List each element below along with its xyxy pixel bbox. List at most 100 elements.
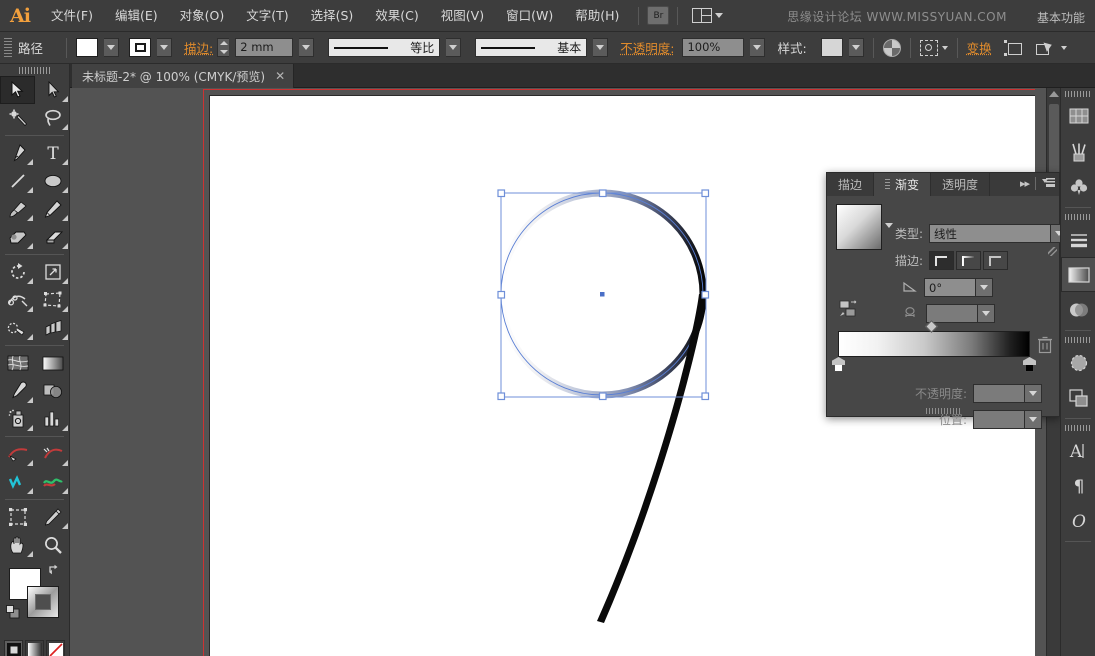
dock-opentype-button[interactable]: O	[1061, 503, 1095, 538]
arrange-documents-button[interactable]	[686, 8, 729, 23]
tool-blend[interactable]	[35, 377, 70, 405]
tool-hand[interactable]	[0, 531, 35, 559]
gradient-stop-start[interactable]	[832, 357, 845, 372]
gradient-ramp[interactable]	[838, 331, 1030, 357]
menu-item-select[interactable]: 选择(S)	[300, 0, 365, 32]
menu-item-type[interactable]: 文字(T)	[235, 0, 299, 32]
opacity-label[interactable]: 不透明度:	[620, 38, 674, 57]
gradient-angle-dropdown[interactable]	[976, 278, 993, 297]
tool-scale[interactable]	[35, 258, 70, 286]
fill-swatch[interactable]	[76, 38, 98, 57]
color-mode-button[interactable]	[4, 640, 23, 656]
tool-symbol-shifter[interactable]	[0, 440, 35, 468]
fill-control[interactable]	[76, 38, 119, 57]
tool-zoom[interactable]	[35, 531, 70, 559]
gradient-location-dropdown[interactable]	[1025, 410, 1042, 429]
gradient-aspect-field[interactable]	[926, 304, 978, 323]
dock-gradient-button[interactable]	[1061, 257, 1095, 292]
menu-item-help[interactable]: 帮助(H)	[564, 0, 630, 32]
tool-eraser[interactable]	[35, 223, 70, 251]
gradient-mode-button[interactable]	[25, 640, 44, 656]
bridge-icon[interactable]: Br	[647, 6, 669, 25]
isolate-selection-icon[interactable]	[920, 40, 938, 56]
dock-stroke-button[interactable]	[1061, 222, 1095, 257]
document-tab[interactable]: 未标题-2* @ 100% (CMYK/预览) ✕	[72, 64, 294, 88]
stroke-within-button[interactable]	[929, 251, 954, 270]
scroll-up-icon[interactable]	[1049, 91, 1059, 97]
brush-definition-dropdown[interactable]	[593, 38, 608, 57]
close-icon[interactable]: ✕	[275, 69, 285, 83]
tool-perspective-grid[interactable]	[35, 314, 70, 342]
dock-grip-4[interactable]	[1061, 422, 1095, 433]
panel-menu-icon[interactable]	[1042, 178, 1055, 189]
tab-gradient[interactable]: 渐变	[874, 173, 931, 196]
fill-dropdown-arrow[interactable]	[104, 38, 119, 57]
tool-ellipse[interactable]	[35, 167, 70, 195]
brush-definition-field[interactable]: 基本	[475, 38, 587, 57]
panel-resize-grip[interactable]	[1048, 247, 1057, 256]
tool-symbol-scruncher[interactable]	[35, 440, 70, 468]
reverse-gradient-icon[interactable]	[839, 300, 861, 321]
dock-brushes-button[interactable]	[1061, 134, 1095, 169]
dock-appearance-button[interactable]	[1061, 345, 1095, 380]
delete-stop-icon[interactable]	[1037, 336, 1053, 354]
control-bar-grip[interactable]	[4, 38, 12, 58]
tool-line-segment[interactable]	[0, 167, 35, 195]
tool-warp[interactable]	[0, 468, 35, 496]
transform-button[interactable]: 变换	[967, 38, 992, 57]
align-icon[interactable]	[1004, 40, 1024, 56]
isolate-chevron-icon[interactable]	[942, 46, 948, 50]
tool-selection[interactable]	[0, 76, 35, 104]
stroke-weight-control[interactable]: 2 mm	[217, 38, 314, 57]
gradient-angle-field[interactable]: 0°	[924, 278, 976, 297]
swap-fill-stroke-icon[interactable]	[48, 564, 60, 576]
workspace-switcher[interactable]: 基本功能	[1037, 9, 1085, 26]
gradient-panel[interactable]: 描边 渐变 透明度 ▸▸ 类型: 线性	[826, 172, 1060, 417]
tool-pen[interactable]	[0, 139, 35, 167]
menu-item-window[interactable]: 窗口(W)	[495, 0, 564, 32]
tool-pencil[interactable]	[35, 195, 70, 223]
gradient-stop-end[interactable]	[1023, 357, 1036, 372]
tool-type[interactable]: T	[35, 139, 70, 167]
stroke-swatch[interactable]	[129, 38, 151, 57]
dock-symbols-button[interactable]	[1061, 169, 1095, 204]
tool-width[interactable]	[0, 286, 35, 314]
gradient-location-field[interactable]	[973, 410, 1025, 429]
opacity-mask-icon[interactable]	[883, 39, 901, 57]
dock-transparency-button[interactable]	[1061, 292, 1095, 327]
dock-swatches-button[interactable]	[1061, 99, 1095, 134]
opacity-dropdown[interactable]	[750, 38, 765, 57]
tool-paintbrush[interactable]	[0, 195, 35, 223]
menu-item-effect[interactable]: 效果(C)	[364, 0, 429, 32]
panel-bottom-grip[interactable]	[926, 408, 960, 414]
tool-direct-selection[interactable]	[35, 76, 70, 104]
stroke-profile-dropdown[interactable]	[446, 38, 461, 57]
tool-magic-wand[interactable]	[0, 104, 35, 132]
stroke-weight-stepper[interactable]	[217, 38, 229, 57]
gradient-preview-swatch[interactable]	[836, 204, 882, 250]
tool-lasso[interactable]	[35, 104, 70, 132]
shape-control[interactable]	[1036, 40, 1067, 56]
tool-column-graph[interactable]	[35, 405, 70, 433]
menu-item-file[interactable]: 文件(F)	[40, 0, 104, 32]
tool-wrinkle[interactable]	[35, 468, 70, 496]
tool-blob-brush[interactable]	[0, 223, 35, 251]
menu-item-object[interactable]: 对象(O)	[169, 0, 236, 32]
dock-grip[interactable]	[1061, 88, 1095, 99]
menu-item-edit[interactable]: 编辑(E)	[104, 0, 169, 32]
dock-graphic-styles-button[interactable]	[1061, 380, 1095, 415]
dock-grip-3[interactable]	[1061, 334, 1095, 345]
tab-stroke[interactable]: 描边	[827, 173, 874, 196]
tool-eyedropper[interactable]	[0, 377, 35, 405]
brush-definition-control[interactable]: 基本	[475, 38, 608, 57]
gradient-slider[interactable]	[838, 331, 1030, 357]
stroke-profile-field[interactable]: 等比	[328, 38, 440, 57]
shape-chevron-icon[interactable]	[1061, 46, 1067, 50]
none-mode-button[interactable]	[46, 640, 65, 656]
stroke-weight-dropdown[interactable]	[299, 38, 314, 57]
stroke-color-control[interactable]	[129, 38, 172, 57]
tools-panel-grip[interactable]	[0, 64, 69, 76]
tab-transparency[interactable]: 透明度	[931, 173, 990, 196]
tool-free-transform[interactable]	[35, 286, 70, 314]
opacity-field[interactable]: 100%	[682, 38, 744, 57]
